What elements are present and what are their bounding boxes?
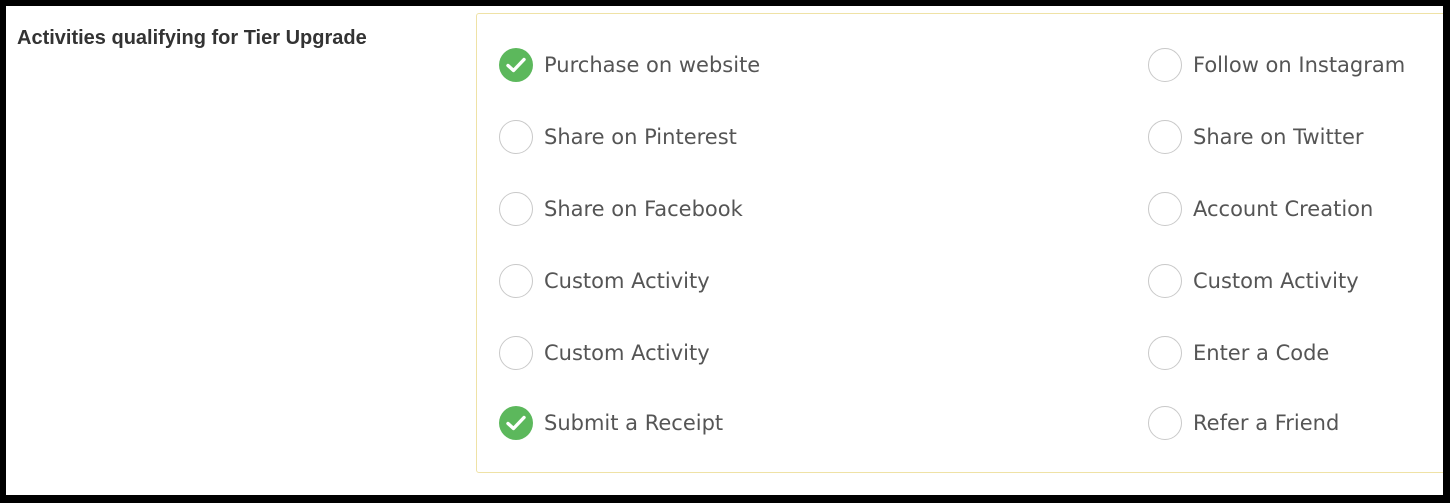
checkbox-custom-activity-1[interactable] xyxy=(499,264,533,298)
checkbox-share-on-twitter[interactable] xyxy=(1148,120,1182,154)
activity-label: Enter a Code xyxy=(1193,341,1330,365)
activity-label: Share on Facebook xyxy=(544,197,743,221)
section-label: Activities qualifying for Tier Upgrade xyxy=(17,27,367,49)
checkbox-enter-a-code[interactable] xyxy=(1148,336,1182,370)
activities-panel: Purchase on website Share on Pinterest S… xyxy=(476,13,1443,473)
activity-label: Custom Activity xyxy=(544,341,710,365)
checkbox-follow-on-instagram[interactable] xyxy=(1148,48,1182,82)
activity-label: Purchase on website xyxy=(544,53,761,77)
activity-option-purchase-on-website[interactable]: Purchase on website xyxy=(499,45,760,85)
activity-label: Follow on Instagram xyxy=(1193,53,1406,77)
activity-option-follow-on-instagram[interactable]: Follow on Instagram xyxy=(1148,45,1405,85)
activity-option-custom-activity-1[interactable]: Custom Activity xyxy=(499,261,710,301)
activity-option-custom-activity-3[interactable]: Custom Activity xyxy=(1148,261,1359,301)
activity-label: Custom Activity xyxy=(544,269,710,293)
activity-option-share-on-facebook[interactable]: Share on Facebook xyxy=(499,189,743,229)
activity-label: Share on Twitter xyxy=(1193,125,1364,149)
activity-option-enter-a-code[interactable]: Enter a Code xyxy=(1148,333,1329,373)
checkbox-share-on-pinterest[interactable] xyxy=(499,120,533,154)
checkbox-custom-activity-2[interactable] xyxy=(499,336,533,370)
checkmark-icon xyxy=(506,415,526,431)
activity-option-submit-a-receipt[interactable]: Submit a Receipt xyxy=(499,403,723,443)
activity-option-custom-activity-2[interactable]: Custom Activity xyxy=(499,333,710,373)
activity-label: Custom Activity xyxy=(1193,269,1359,293)
checkbox-share-on-facebook[interactable] xyxy=(499,192,533,226)
checkbox-purchase-on-website[interactable] xyxy=(499,48,533,82)
activity-label: Refer a Friend xyxy=(1193,411,1340,435)
activity-label: Share on Pinterest xyxy=(544,125,737,149)
checkbox-submit-a-receipt[interactable] xyxy=(499,406,533,440)
activity-label: Submit a Receipt xyxy=(544,411,724,435)
activity-option-refer-a-friend[interactable]: Refer a Friend xyxy=(1148,403,1339,443)
checkbox-custom-activity-3[interactable] xyxy=(1148,264,1182,298)
screenshot-frame: Activities qualifying for Tier Upgrade P… xyxy=(0,0,1450,503)
checkmark-icon xyxy=(506,57,526,73)
checkbox-refer-a-friend[interactable] xyxy=(1148,406,1182,440)
activity-option-share-on-pinterest[interactable]: Share on Pinterest xyxy=(499,117,737,157)
activity-option-account-creation[interactable]: Account Creation xyxy=(1148,189,1373,229)
activity-label: Account Creation xyxy=(1193,197,1374,221)
checkbox-account-creation[interactable] xyxy=(1148,192,1182,226)
activity-option-share-on-twitter[interactable]: Share on Twitter xyxy=(1148,117,1364,157)
